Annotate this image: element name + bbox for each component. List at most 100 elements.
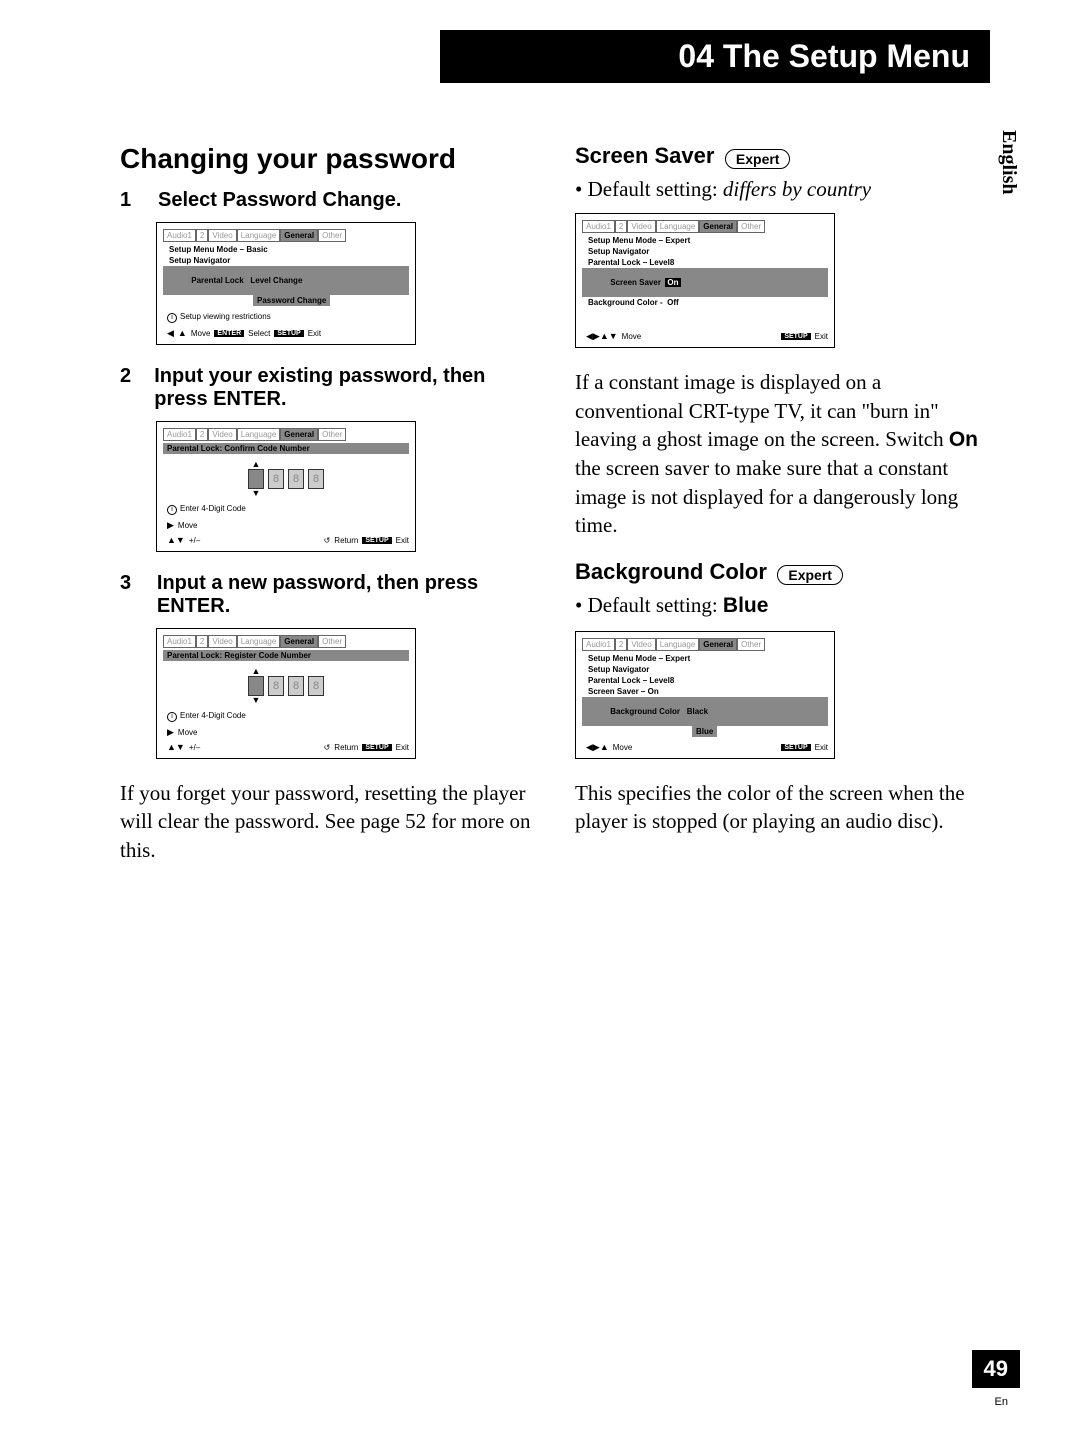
footer-row: ◀▶▲▼ Move SETUP Exit bbox=[582, 332, 828, 341]
tab-audio1: Audio1 bbox=[582, 220, 615, 233]
on-bold: On bbox=[949, 428, 978, 451]
default-value: Blue bbox=[723, 594, 769, 617]
tab-language: Language bbox=[237, 229, 281, 242]
footer-move: Move bbox=[178, 521, 198, 530]
code-digits: ▲ 8 ▼ 8 8 8 bbox=[163, 460, 409, 498]
menu-parental: Parental Lock bbox=[191, 276, 243, 285]
footer-row: ▶ Move bbox=[163, 728, 409, 737]
menu-blue: Blue bbox=[692, 726, 717, 737]
info-icon: i bbox=[167, 313, 177, 323]
up-arrow-icon: ▲ bbox=[252, 667, 261, 676]
right-arrow-icon: ▶ bbox=[167, 521, 174, 530]
footer-exit: Exit bbox=[308, 329, 321, 338]
heading-screen-saver: Screen Saver bbox=[575, 143, 714, 168]
footer-exit: Exit bbox=[396, 536, 409, 545]
tab-video: Video bbox=[627, 220, 655, 233]
digit-box: 8 bbox=[268, 469, 284, 489]
digit-box: 8 bbox=[288, 469, 304, 489]
digit-box: 8 bbox=[288, 676, 304, 696]
background-color-default: Default setting: Blue bbox=[575, 591, 990, 620]
footer-row: ◀ ▲ Move ENTER Select SETUP Exit bbox=[163, 329, 409, 338]
tab-other: Other bbox=[318, 229, 346, 242]
tab-other: Other bbox=[737, 638, 765, 651]
tab-audio1: Audio1 bbox=[163, 635, 196, 648]
step-number: 2 bbox=[120, 365, 136, 411]
chapter-number: 04 bbox=[678, 38, 714, 74]
footer-plusminus: +/– bbox=[189, 743, 200, 752]
menu-level: Level Change bbox=[250, 276, 302, 285]
digit-box: 8 bbox=[248, 469, 264, 489]
default-value: differs by country bbox=[723, 177, 871, 201]
menu-bg-label: Background Color bbox=[610, 707, 680, 716]
tab-audio1: Audio1 bbox=[582, 638, 615, 651]
screenshot-register-code: Audio1 2 Video Language General Other Pa… bbox=[156, 628, 416, 759]
background-color-body: This specifies the color of the screen w… bbox=[575, 779, 990, 836]
tab-2: 2 bbox=[196, 229, 208, 242]
menu-tabs: Audio1 2 Video Language General Other bbox=[582, 638, 828, 651]
down-arrow-icon: ▼ bbox=[252, 696, 261, 705]
footer-row-2: ▲▼ +/– ↺ Return SETUP Exit bbox=[163, 536, 409, 545]
footer-exit: Exit bbox=[396, 743, 409, 752]
menu-tabs: Audio1 2 Video Language General Other bbox=[582, 220, 828, 233]
menu-mode: Setup Menu Mode – Expert bbox=[582, 235, 828, 246]
tab-2: 2 bbox=[196, 635, 208, 648]
menu-saver: Screen Saver – On bbox=[582, 686, 828, 697]
footer-setup: SETUP bbox=[781, 744, 810, 751]
right-arrow-icon: ▶ bbox=[167, 728, 174, 737]
menu-parental: Parental Lock – Level8 bbox=[582, 675, 828, 686]
heading-changing-password: Changing your password bbox=[120, 143, 535, 175]
step-2: 2 Input your existing password, then pre… bbox=[120, 365, 535, 411]
menu-bg: Background Color - Off bbox=[582, 297, 828, 308]
left-column: Changing your password 1 Select Password… bbox=[120, 143, 535, 884]
tab-general: General bbox=[699, 220, 737, 233]
footer-row: ◀▶▲ Move SETUP Exit bbox=[582, 743, 828, 752]
step-1: 1 Select Password Change. bbox=[120, 189, 535, 212]
up-arrow-icon: ▲ bbox=[178, 329, 187, 338]
return-icon: ↺ bbox=[324, 743, 331, 752]
chapter-title: The Setup Menu bbox=[723, 38, 970, 74]
chapter-header: 04 The Setup Menu bbox=[440, 30, 990, 83]
menu-password-change: Password Change bbox=[253, 295, 330, 306]
footer-exit: Exit bbox=[815, 332, 828, 341]
expert-badge: Expert bbox=[777, 565, 843, 585]
step-number: 1 bbox=[120, 189, 140, 212]
screen-saver-default: Default setting: differs by country bbox=[575, 175, 990, 203]
tab-video: Video bbox=[627, 638, 655, 651]
hint-line: iEnter 4-Digit Code bbox=[163, 711, 409, 722]
footer-select: Select bbox=[248, 329, 270, 338]
step-3: 3 Input a new password, then press ENTER… bbox=[120, 572, 535, 618]
tab-general: General bbox=[280, 635, 318, 648]
digit-box: 8 bbox=[308, 676, 324, 696]
menu-parental: Parental Lock – Level8 bbox=[582, 257, 828, 268]
footer-move: Move bbox=[622, 332, 642, 341]
register-code-title: Parental Lock: Register Code Number bbox=[163, 650, 409, 661]
tab-language: Language bbox=[656, 638, 700, 651]
page-number: 49 bbox=[972, 1350, 1020, 1388]
confirm-code-title: Parental Lock: Confirm Code Number bbox=[163, 443, 409, 454]
digit-box: 8 bbox=[248, 676, 264, 696]
page-lang-code: En bbox=[995, 1396, 1008, 1408]
footer-row: ▶ Move bbox=[163, 521, 409, 530]
menu-bg-row: Background Color Black bbox=[582, 697, 828, 726]
tab-language: Language bbox=[237, 428, 281, 441]
digit-box: 8 bbox=[268, 676, 284, 696]
menu-saver-label: Screen Saver bbox=[610, 278, 661, 287]
tab-2: 2 bbox=[615, 220, 627, 233]
footer-exit: Exit bbox=[815, 743, 828, 752]
tab-audio1: Audio1 bbox=[163, 229, 196, 242]
tab-2: 2 bbox=[615, 638, 627, 651]
step-title: Select Password Change. bbox=[158, 189, 401, 212]
menu-black: Black bbox=[687, 707, 708, 716]
screenshot-background-color: Audio1 2 Video Language General Other Se… bbox=[575, 631, 835, 759]
language-tab: English bbox=[997, 130, 1020, 194]
footer-setup: SETUP bbox=[362, 537, 391, 544]
return-icon: ↺ bbox=[324, 536, 331, 545]
menu-mode: Setup Menu Mode – Basic bbox=[163, 244, 409, 255]
menu-nav: Setup Navigator bbox=[582, 246, 828, 257]
menu-tabs: Audio1 2 Video Language General Other bbox=[163, 428, 409, 441]
background-color-heading-row: Background Color Expert bbox=[575, 559, 990, 585]
down-arrow-icon: ▼ bbox=[252, 489, 261, 498]
tab-video: Video bbox=[208, 635, 236, 648]
screen-saver-heading-row: Screen Saver Expert bbox=[575, 143, 990, 169]
footer-return: Return bbox=[334, 743, 358, 752]
